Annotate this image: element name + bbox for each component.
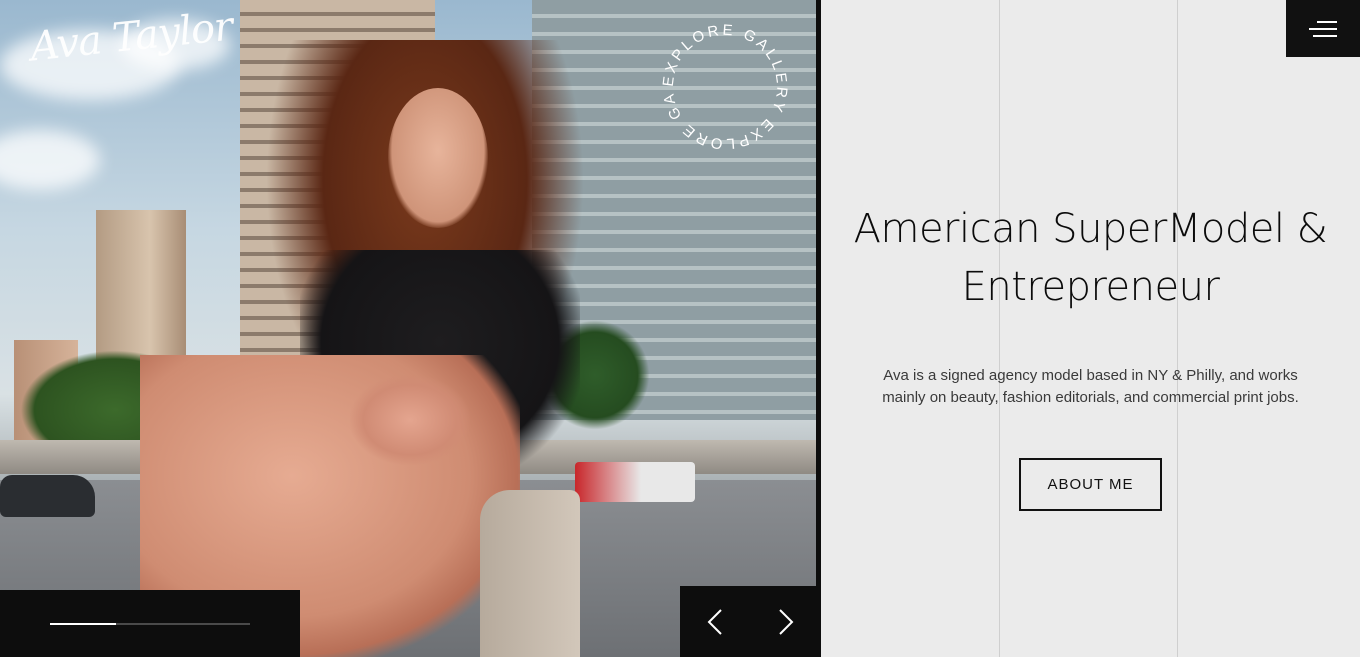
next-slide-button[interactable] <box>766 602 806 642</box>
cloud <box>0 130 100 190</box>
slide-progress-fill <box>50 623 116 625</box>
intro-panel <box>821 0 1360 657</box>
model-shorts <box>480 490 580 657</box>
headline-line-2: Entrepreneur <box>961 264 1220 310</box>
chevron-left-icon <box>707 608 722 635</box>
prev-slide-button[interactable] <box>695 602 735 642</box>
slide-progress-panel <box>0 590 300 657</box>
description-line-1: Ava is a signed agency model based in NY… <box>883 367 1298 384</box>
page-headline: American SuperModel & Entrepreneur <box>821 200 1360 316</box>
car <box>0 475 95 517</box>
menu-button[interactable] <box>1286 0 1360 57</box>
slide-progress-track <box>50 623 250 625</box>
explore-gallery-badge[interactable]: EXPLORE GALLERY EXPLORE GALLERY <box>643 0 800 162</box>
chevron-right-icon <box>779 608 794 635</box>
model-face <box>388 88 488 228</box>
slider-nav <box>680 586 821 657</box>
headline-line-1: American SuperModel & <box>853 206 1328 252</box>
svg-text:EXPLORE GALLERY EXPLORE GALLER: EXPLORE GALLERY EXPLORE GALLERY <box>650 12 790 152</box>
grid-line <box>999 0 1000 657</box>
grid-line <box>1177 0 1178 657</box>
hamburger-icon <box>1309 20 1337 37</box>
model-hand <box>350 375 470 465</box>
about-me-button[interactable]: ABOUT ME <box>1019 458 1162 511</box>
intro-description: Ava is a signed agency model based in NY… <box>821 365 1360 409</box>
description-line-2: mainly on beauty, fashion editorials, an… <box>882 389 1299 406</box>
bus <box>575 462 695 502</box>
explore-gallery-ring: EXPLORE GALLERY EXPLORE GALLERY <box>643 0 790 152</box>
explore-gallery-text: EXPLORE GALLERY EXPLORE GALLERY <box>643 0 787 152</box>
panel-divider <box>816 0 821 657</box>
